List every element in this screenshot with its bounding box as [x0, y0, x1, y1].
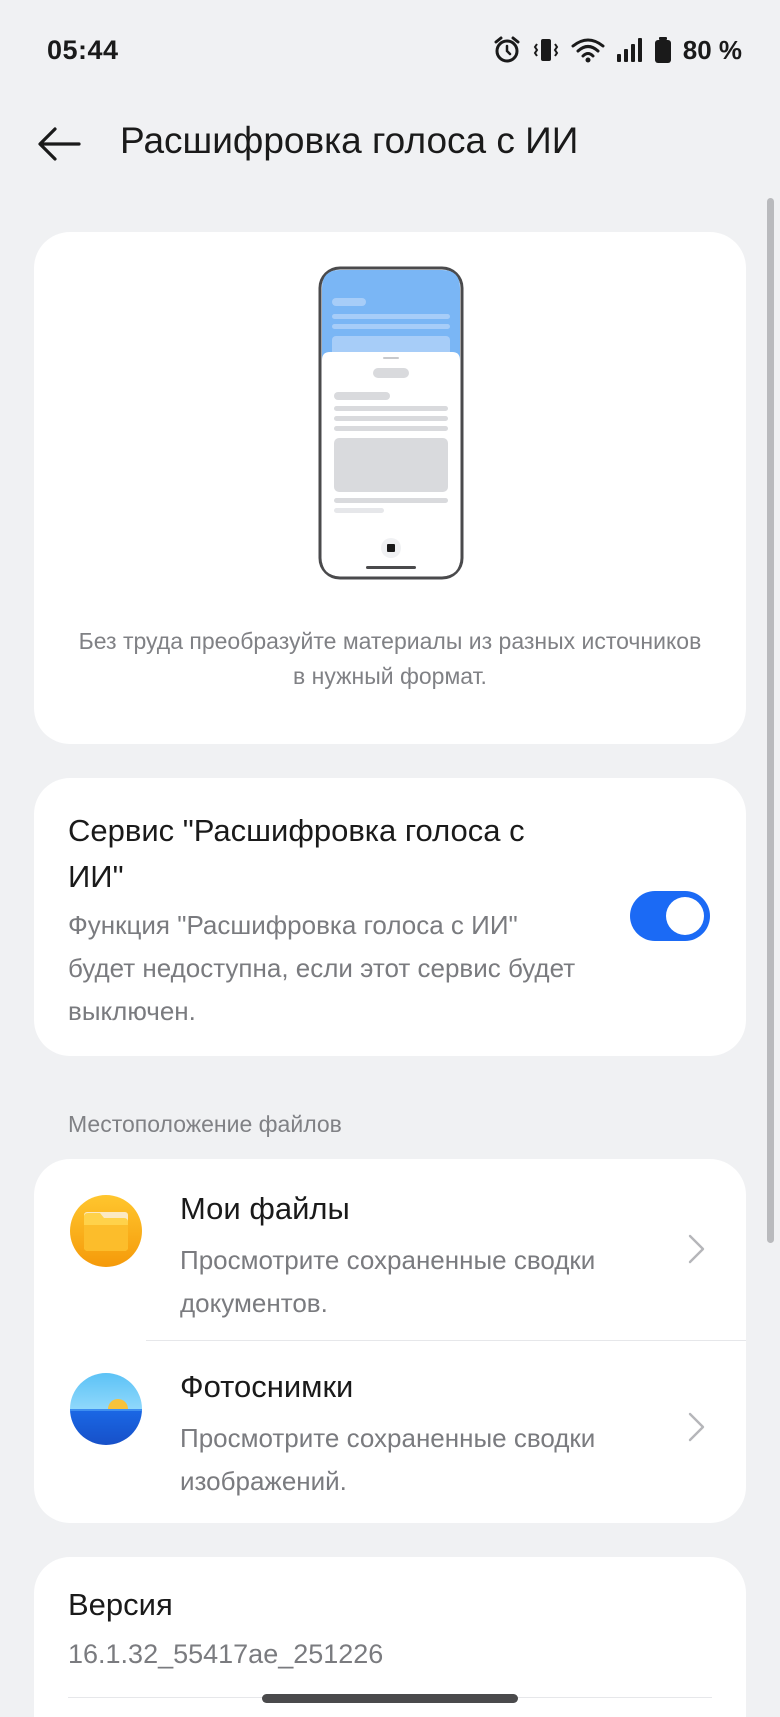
- alarm-icon: [492, 35, 522, 65]
- files-section-label: Местоположение файлов: [68, 1111, 342, 1137]
- photos-title: Фотоснимки: [180, 1369, 354, 1404]
- switch-knob: [666, 897, 704, 935]
- page-title: Расшифровка голоса с ИИ: [120, 120, 579, 161]
- my-files-title: Мои файлы: [180, 1191, 350, 1226]
- photos-description: Просмотрите сохраненные сводки изображен…: [180, 1423, 596, 1496]
- phone-illustration-icon: [318, 266, 464, 580]
- vibrate-icon: [531, 35, 561, 65]
- chevron-right-icon: [688, 1234, 705, 1264]
- service-switch[interactable]: [630, 891, 710, 941]
- list-item-photos[interactable]: Фотоснимки Просмотрите сохраненные сводк…: [34, 1337, 746, 1515]
- status-icons: 80 %: [492, 35, 742, 66]
- my-files-description: Просмотрите сохраненные сводки документо…: [180, 1245, 596, 1318]
- battery-icon: [654, 35, 672, 65]
- back-button[interactable]: [34, 122, 84, 166]
- home-indicator[interactable]: [262, 1694, 518, 1703]
- battery-percent: 80 %: [682, 34, 742, 65]
- version-card: Версия 16.1.32_55417ae_251226: [34, 1557, 746, 1717]
- wifi-icon: [570, 35, 606, 65]
- list-item-my-files[interactable]: Мои файлы Просмотрите сохраненные сводки…: [34, 1159, 746, 1337]
- illustration-card: Без труда преобразуйте материалы из разн…: [34, 232, 746, 744]
- screen: 05:44 80 % Расшифровка голоса с ИИ Без т…: [0, 0, 780, 1717]
- folder-icon: [70, 1195, 142, 1267]
- version-title: Версия: [68, 1587, 173, 1622]
- service-toggle-card[interactable]: Сервис "Расшифровка голоса с ИИ" Функция…: [34, 778, 746, 1056]
- files-card: Мои файлы Просмотрите сохраненные сводки…: [34, 1159, 746, 1523]
- signal-icon: [615, 35, 645, 65]
- scrollbar[interactable]: [767, 198, 774, 1243]
- status-bar: 05:44 80 %: [0, 0, 780, 100]
- header: Расшифровка голоса с ИИ: [0, 100, 780, 188]
- illustration-caption: Без труда преобразуйте материалы из разн…: [78, 628, 702, 689]
- arrow-left-icon: [38, 127, 81, 161]
- status-time: 05:44: [47, 34, 119, 65]
- version-value: 16.1.32_55417ae_251226: [68, 1639, 384, 1669]
- photos-icon: [70, 1373, 142, 1445]
- service-description: Функция "Расшифровка голоса с ИИ" будет …: [68, 910, 576, 1026]
- row-divider: [146, 1340, 746, 1341]
- chevron-right-icon: [688, 1412, 705, 1442]
- service-title: Сервис "Расшифровка голоса с ИИ": [68, 813, 525, 894]
